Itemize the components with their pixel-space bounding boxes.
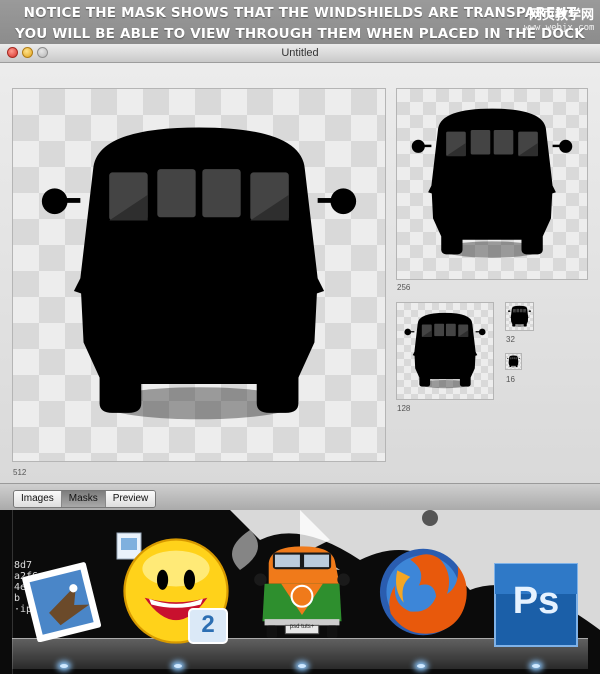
banner-line-1: NOTICE THE MASK SHOWS THAT THE WINDSHIEL…	[23, 5, 577, 21]
tab-preview[interactable]: Preview	[105, 491, 156, 507]
size-label-128: 128	[397, 404, 411, 413]
photoshop-icon-label: Ps	[512, 580, 560, 622]
mail-running-indicator	[60, 664, 68, 668]
mask-preview-512[interactable]	[12, 88, 386, 462]
bus-license-plate: psd tuts+	[289, 624, 315, 630]
size-label-256: 256	[397, 283, 411, 292]
watermark-title: 网页教学网	[528, 8, 594, 23]
window-title: Untitled	[281, 47, 319, 59]
size-label-512: 512	[13, 468, 27, 477]
mask-preview-128[interactable]	[396, 302, 494, 400]
mask-preview-16[interactable]	[505, 353, 522, 370]
firefox-running-indicator	[417, 664, 425, 668]
bus-mask-16	[507, 355, 520, 368]
photoshop-running-indicator	[532, 664, 540, 668]
photoshop-icon[interactable]: Ps	[493, 562, 579, 648]
window-titlebar[interactable]: Untitled	[0, 44, 600, 63]
instruction-banner: NOTICE THE MASK SHOWS THAT THE WINDSHIEL…	[0, 0, 600, 44]
bus-mask-128	[404, 312, 486, 389]
tab-masks[interactable]: Masks	[61, 491, 106, 507]
mask-preview-32[interactable]	[505, 302, 534, 331]
watermark-url: www.webjx.com	[524, 23, 595, 33]
view-segmented-control: Images Masks Preview	[13, 490, 157, 508]
watermark: 网页教学网 www.webjx.com	[524, 4, 594, 34]
yahoo-running-indicator	[174, 664, 182, 668]
firefox-icon[interactable]	[367, 538, 475, 646]
dock-preview: 8d7 a2f6 4e b ·ipg 2	[0, 510, 600, 674]
size-label-32: 32	[506, 335, 515, 344]
bus-mask-32	[508, 305, 531, 327]
yahoo-badge-count: 2	[201, 611, 215, 638]
yahoo-badge: 2	[188, 608, 228, 644]
size-label-16: 16	[506, 375, 515, 384]
bus-running-indicator	[298, 664, 306, 668]
mail-stamp-icon[interactable]	[22, 560, 104, 642]
bus-mask-256	[411, 108, 573, 258]
bus-mask-512	[41, 127, 357, 420]
vw-bus-icon[interactable]: psd tuts+	[250, 538, 354, 642]
tab-images[interactable]: Images	[14, 491, 62, 507]
mask-preview-256[interactable]	[396, 88, 588, 280]
banner-line-2: YOU WILL BE ABLE TO VIEW THROUGH THEM WH…	[15, 26, 585, 42]
view-tab-bar: Images Masks Preview	[0, 483, 600, 511]
icon-preview-area: 512 256 128 32 16	[0, 63, 600, 483]
icon-editor-window: Untitled 512 256 128 32 16 Images Masks …	[0, 44, 600, 511]
